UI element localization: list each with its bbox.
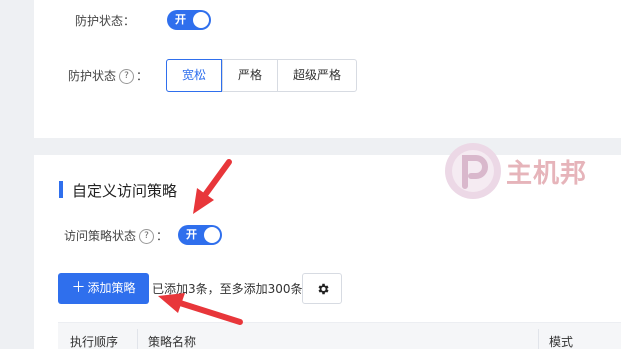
protection-mode-segmented-control: 宽松 严格 超级严格 bbox=[166, 59, 358, 92]
column-divider bbox=[137, 329, 138, 349]
column-header-name: 策略名称 bbox=[148, 335, 197, 349]
section-accent-bar bbox=[59, 181, 63, 198]
access-policy-status-label-text: 访问策略状态 bbox=[64, 229, 137, 243]
toggle-knob bbox=[204, 227, 220, 243]
protection-mode-label: 防护状态?： bbox=[68, 67, 148, 84]
help-icon[interactable]: ? bbox=[119, 69, 135, 84]
watermark: 主机邦 bbox=[444, 142, 614, 200]
watermark-logo-icon bbox=[445, 143, 501, 199]
table-header: 执行顺序 策略名称 模式 bbox=[58, 322, 621, 349]
protection-status-label: 防护状态： bbox=[75, 12, 135, 29]
toggle-knob bbox=[193, 12, 209, 28]
column-divider bbox=[538, 329, 539, 349]
access-policy-status-toggle-text: 开 bbox=[186, 228, 197, 241]
mode-option-loose[interactable]: 宽松 bbox=[166, 59, 223, 92]
plus-icon: ＋ bbox=[71, 280, 86, 296]
page: 防护状态： 开 防护状态?： 宽松 严格 超级严格 自定义访问策略 访问策略状态… bbox=[0, 0, 621, 349]
protection-status-label-text: 防护状态： bbox=[75, 14, 136, 28]
access-policy-status-colon: ： bbox=[156, 229, 169, 243]
protection-mode-colon: ： bbox=[136, 69, 149, 83]
help-icon[interactable]: ? bbox=[139, 229, 155, 244]
mode-option-strict[interactable]: 严格 bbox=[222, 60, 277, 91]
section-title: 自定义访问策略 bbox=[72, 182, 178, 200]
access-policy-status-toggle[interactable]: 开 bbox=[178, 225, 222, 245]
column-header-mode: 模式 bbox=[549, 335, 574, 349]
gear-icon bbox=[318, 283, 329, 295]
protection-mode-label-text: 防护状态 bbox=[68, 69, 117, 83]
column-header-order: 执行顺序 bbox=[70, 335, 119, 349]
mode-option-super-strict[interactable]: 超级严格 bbox=[277, 60, 356, 91]
access-policy-status-label: 访问策略状态?： bbox=[64, 227, 168, 244]
watermark-text: 主机邦 bbox=[506, 159, 588, 189]
add-policy-button-label: 添加策略 bbox=[87, 281, 136, 295]
policy-count-hint: 已添加3条，至多添加300条 bbox=[152, 282, 303, 296]
protection-status-toggle[interactable]: 开 bbox=[167, 10, 211, 30]
settings-button[interactable] bbox=[302, 273, 342, 304]
protection-status-toggle-text: 开 bbox=[175, 13, 186, 26]
add-policy-button[interactable]: ＋添加策略 bbox=[58, 273, 149, 304]
